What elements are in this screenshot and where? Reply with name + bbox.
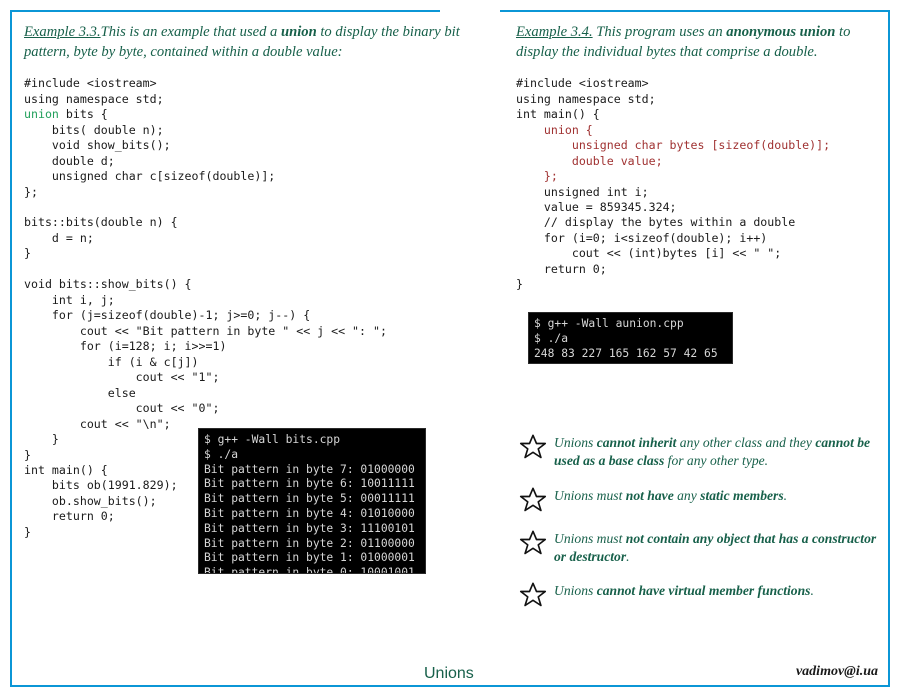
text-part: Unions xyxy=(554,435,597,450)
code-line: using namespace std; xyxy=(24,91,164,106)
code-line: for (i=128; i; i>>=1) xyxy=(24,339,227,354)
text-bold: cannot inherit xyxy=(596,435,677,450)
list-item-text: Unions cannot have virtual member functi… xyxy=(554,580,814,600)
frame-border-left xyxy=(10,10,12,687)
star-outline-icon xyxy=(518,433,548,461)
code-line: bits::bits(double n) { xyxy=(24,215,178,230)
code-line: cout << (int)bytes [i] << " "; xyxy=(516,246,782,261)
star-outline-icon xyxy=(518,486,548,514)
text-part: . xyxy=(783,487,788,503)
code-line: ob.show_bits(); xyxy=(24,493,157,508)
code-line: // display the bytes within a double xyxy=(516,215,796,230)
code-line: d = n; xyxy=(24,230,94,245)
code-keyword-union: union xyxy=(24,107,59,122)
list-item: Unions must not contain any object that … xyxy=(518,528,890,567)
text-part: . xyxy=(626,549,630,565)
list-item-text: Unions cannot inherit any other class an… xyxy=(554,432,890,471)
text-bold: not have xyxy=(625,487,674,503)
text-part: Unions must xyxy=(554,530,626,546)
text-part: Unions xyxy=(554,583,597,599)
star-outline-icon xyxy=(518,529,548,557)
star-outline-icon xyxy=(518,581,548,609)
code-line: } xyxy=(24,447,31,462)
code-line: #include <iostream> xyxy=(516,76,649,91)
frame-border-bottom xyxy=(10,685,890,687)
text-part: . xyxy=(810,583,814,599)
terminal-output-left: $ g++ -Wall bits.cpp $ ./a Bit pattern i… xyxy=(198,428,426,574)
code-line: } xyxy=(516,277,523,292)
list-item: Unions cannot inherit any other class an… xyxy=(518,432,890,471)
code-line: double value; xyxy=(516,153,663,168)
right-example-label: Example 3.4. xyxy=(516,24,593,40)
code-line: if (i & c[j]) xyxy=(24,354,199,369)
frame-border-top-left xyxy=(10,10,440,12)
code-line: void bits::show_bits() { xyxy=(24,277,192,292)
rules-list: Unions cannot inherit any other class an… xyxy=(518,432,890,623)
frame-border-top-right xyxy=(500,10,890,12)
footer-title: Unions xyxy=(424,665,474,682)
text-bold: static members xyxy=(700,487,784,503)
code-line: int main() { xyxy=(24,462,108,477)
code-line: unsigned char c[sizeof(double)]; xyxy=(24,169,276,184)
slide-canvas: Example 3.3.This is an example that used… xyxy=(0,0,900,700)
code-line: cout << "0"; xyxy=(24,401,220,416)
right-column: Example 3.4. This program uses an anonym… xyxy=(516,22,886,293)
code-line: #include <iostream> xyxy=(24,76,157,91)
code-line: int main() { xyxy=(516,107,600,122)
list-item: Unions cannot have virtual member functi… xyxy=(518,580,890,609)
list-item-text: Unions must not contain any object that … xyxy=(554,528,890,567)
left-example-label: Example 3.3. xyxy=(24,24,101,40)
code-line: void show_bits(); xyxy=(24,138,171,153)
text-part: Unions must xyxy=(554,487,626,503)
code-line: using namespace std; xyxy=(516,91,656,106)
code-line: else xyxy=(24,385,136,400)
code-line: union { xyxy=(516,122,593,137)
code-line: for (j=sizeof(double)-1; j>=0; j--) { xyxy=(24,308,311,323)
code-line: return 0; xyxy=(516,261,607,276)
list-item-text: Unions must not have any static members. xyxy=(554,485,787,505)
code-line: } xyxy=(24,246,31,261)
code-line: bits { xyxy=(58,107,108,122)
right-caption-part1: This program uses an xyxy=(592,24,727,40)
text-bold: cannot have virtual member functions xyxy=(596,583,811,599)
footer-email: vadimov@i.ua xyxy=(795,664,878,679)
code-line: cout << "1"; xyxy=(24,370,220,385)
right-example-caption: Example 3.4. This program uses an anonym… xyxy=(516,22,886,62)
left-caption-part1: This is an example that used a xyxy=(100,24,281,40)
code-line: bits( double n); xyxy=(24,122,164,137)
left-example-caption: Example 3.3.This is an example that used… xyxy=(24,22,474,62)
code-line: cout << "\n"; xyxy=(24,416,171,431)
code-line: double d; xyxy=(24,153,115,168)
code-line: }; xyxy=(516,169,558,184)
code-line: int i, j; xyxy=(24,292,115,307)
right-caption-bold1: anonymous union xyxy=(726,24,836,40)
text-part: any xyxy=(673,487,701,503)
code-line: bits ob(1991.829); xyxy=(24,478,178,493)
text-part: any other class and they xyxy=(676,435,816,450)
code-line: return 0; xyxy=(24,509,115,524)
right-code-block: #include <iostream> using namespace std;… xyxy=(516,76,886,293)
code-line: cout << "Bit pattern in byte " << j << "… xyxy=(24,323,387,338)
code-line: unsigned char bytes [sizeof(double)]; xyxy=(516,138,831,153)
code-line: value = 859345.324; xyxy=(516,200,677,214)
code-line: unsigned int i; xyxy=(516,184,649,199)
terminal-output-right: $ g++ -Wall aunion.cpp $ ./a 248 83 227 … xyxy=(528,312,733,364)
list-item: Unions must not have any static members. xyxy=(518,485,890,514)
code-line: } xyxy=(24,524,31,539)
code-line: } xyxy=(24,432,59,447)
code-line: }; xyxy=(24,184,38,199)
code-line: for (i=0; i<sizeof(double); i++) xyxy=(516,230,768,245)
left-caption-bold1: union xyxy=(281,24,317,40)
text-part: for any other type. xyxy=(664,453,769,469)
